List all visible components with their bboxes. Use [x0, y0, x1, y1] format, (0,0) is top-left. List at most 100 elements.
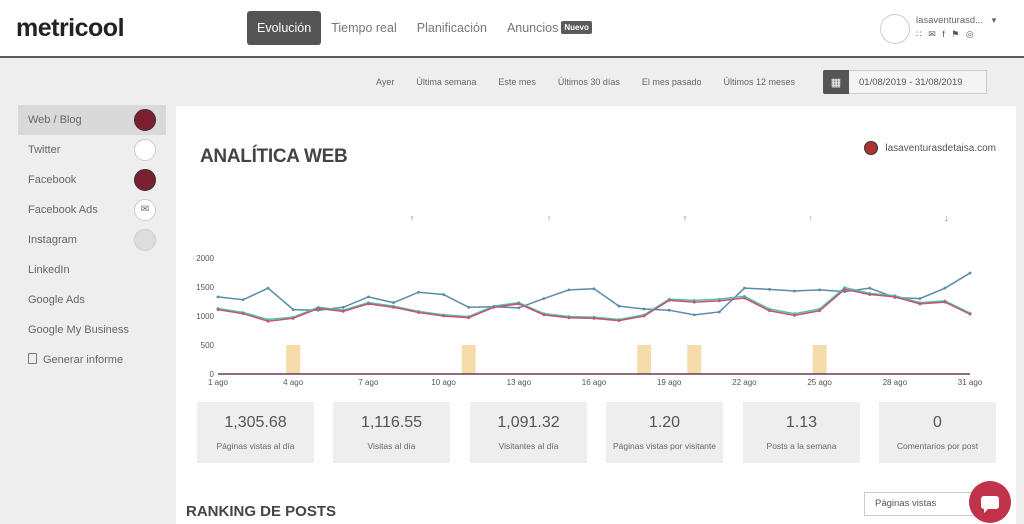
data-point [467, 305, 471, 309]
data-point [266, 286, 270, 290]
sidebar-item-twitter[interactable]: Twitter [18, 135, 166, 165]
stat-label: Visitantes al día [498, 441, 559, 451]
data-point [291, 316, 295, 320]
data-point [868, 293, 872, 296]
arrow-up-icon: ↑ [542, 212, 556, 225]
sidebar-item-generar-informe[interactable]: Generar informe [18, 345, 166, 375]
y-tick-label: 1500 [196, 283, 214, 292]
twitter-avatar [134, 139, 156, 161]
sidebar-item-facebook[interactable]: Facebook [18, 165, 166, 195]
chat-icon [981, 495, 999, 513]
data-point [667, 298, 671, 302]
stat-value: 1,116.55 [360, 414, 423, 431]
stat-paginas-por-visitante: 1.20 Páginas vistas por visitante [606, 402, 723, 463]
stat-visitas-dia: 1,116.55 Visitas al día [333, 402, 450, 463]
date-ultimos-12-meses[interactable]: Últimos 12 meses [723, 77, 795, 87]
data-point [692, 313, 696, 317]
chat-button[interactable] [969, 481, 1011, 523]
connected-networks-icons: ∷ ✉ f ⚑ ◎ [916, 29, 976, 39]
data-point [617, 304, 621, 308]
y-tick-label: 1000 [196, 312, 214, 321]
nav-tiempo-real[interactable]: Tiempo real [321, 11, 407, 45]
data-point [642, 314, 646, 318]
date-mes-pasado[interactable]: El mes pasado [642, 77, 702, 87]
sidebar-item-google-ads[interactable]: Google Ads [18, 285, 166, 315]
main-panel: ANALÍTICA WEB lasaventurasdetaisa.com 40… [176, 106, 1016, 524]
sidebar: Web / Blog Twitter Facebook Facebook Ads… [18, 105, 166, 375]
data-point [617, 319, 621, 323]
arrow-down-icon: ↓ [939, 212, 953, 225]
sidebar-item-label: Twitter [28, 144, 61, 156]
stat-value: 1.20 [648, 414, 681, 431]
chevron-down-icon[interactable]: ▼ [990, 16, 998, 25]
kpi-value: 0 [922, 207, 933, 228]
data-point [793, 289, 796, 293]
evolution-chart: 05001000150020001 ago 4 ago 7 ago 10 ago 13 … [196, 254, 983, 387]
kpi-comentarios: 0 ↓ Comentarios [879, 199, 996, 253]
date-range-field[interactable]: 01/08/2019 - 31/08/2019 [849, 70, 987, 94]
new-badge: Nuevo [561, 21, 592, 34]
data-point [592, 316, 596, 320]
blog-avatar [134, 109, 156, 131]
x-tick-label: 19 ago [657, 378, 682, 387]
data-point [592, 287, 596, 291]
data-point [943, 300, 947, 304]
x-tick-label: 4 ago [283, 378, 304, 387]
kpi-value: 34K [637, 207, 672, 228]
document-icon [28, 353, 37, 364]
data-point [743, 286, 746, 290]
site-label: lasaventurasdetaisa.com [864, 141, 996, 155]
data-point [692, 300, 696, 304]
kpi-label: Páginas vistas [360, 231, 423, 242]
sidebar-item-web-blog[interactable]: Web / Blog [18, 105, 166, 135]
data-point [341, 309, 345, 313]
kpi-label: Comentarios [910, 231, 965, 242]
date-ayer[interactable]: Ayer [376, 77, 394, 87]
nav-anuncios[interactable]: Anuncios Nuevo [497, 11, 602, 45]
calendar-icon[interactable]: ▦ [823, 70, 849, 94]
profile-name[interactable]: lasaventurasd... [916, 15, 983, 26]
sidebar-item-label: Instagram [28, 234, 77, 246]
post-bar [687, 345, 702, 374]
nav-planificacion[interactable]: Planificación [407, 11, 497, 45]
kpi-label: Posts [789, 231, 814, 242]
site-avatar [864, 141, 879, 155]
nav-evolucion[interactable]: Evolución [247, 11, 322, 45]
stat-visitantes-dia: 1,091.32 Visitantes al día [470, 402, 587, 463]
profile-avatar[interactable] [880, 14, 910, 44]
date-ultima-semana[interactable]: Última semana [416, 77, 476, 87]
data-point [367, 302, 370, 306]
sidebar-item-label: Facebook [28, 174, 77, 186]
arrow-up-icon: ↑ [405, 212, 419, 225]
y-tick-label: 2000 [196, 254, 214, 263]
metricool-logo[interactable]: metricool [16, 14, 125, 43]
x-tick-label: 22 ago [732, 378, 757, 387]
data-point [717, 310, 721, 314]
x-tick-label: 13 ago [507, 378, 532, 387]
kpi-value-wrap: 34K ↑ [606, 207, 723, 229]
date-ultimos-30-dias[interactable]: Últimos 30 días [558, 77, 620, 87]
data-point [341, 305, 345, 309]
stat-paginas-vistas-dia: 1,305.68 Páginas vistas al día [197, 402, 314, 463]
data-point [392, 301, 395, 305]
sidebar-item-label: Google My Business [28, 324, 129, 336]
date-este-mes[interactable]: Este mes [498, 77, 536, 87]
stat-comentarios-post: 0 Comentarios por post [879, 402, 996, 463]
arrow-up-icon: ↑ [678, 212, 692, 225]
stat-value: 1,305.68 [224, 414, 287, 431]
kpi-value-wrap: 0 ↓ [879, 207, 996, 229]
data-point [843, 287, 847, 291]
sidebar-item-linkedin[interactable]: LinkedIn [18, 255, 166, 285]
sidebar-item-google-my-business[interactable]: Google My Business [18, 315, 166, 345]
sidebar-item-facebook-ads[interactable]: Facebook Ads ✉ [18, 195, 166, 225]
page-title: ANALÍTICA WEB [200, 146, 348, 167]
y-tick-label: 500 [201, 341, 215, 350]
kpi-visitantes: 34K ↑ Visitantes [606, 199, 723, 253]
kpi-label: Visitas [514, 231, 543, 242]
data-point [367, 295, 370, 299]
data-point [517, 302, 521, 306]
sidebar-item-instagram[interactable]: Instagram [18, 225, 166, 255]
x-tick-label: 10 ago [431, 378, 456, 387]
sidebar-item-label: Generar informe [43, 354, 124, 366]
data-point [517, 306, 521, 310]
